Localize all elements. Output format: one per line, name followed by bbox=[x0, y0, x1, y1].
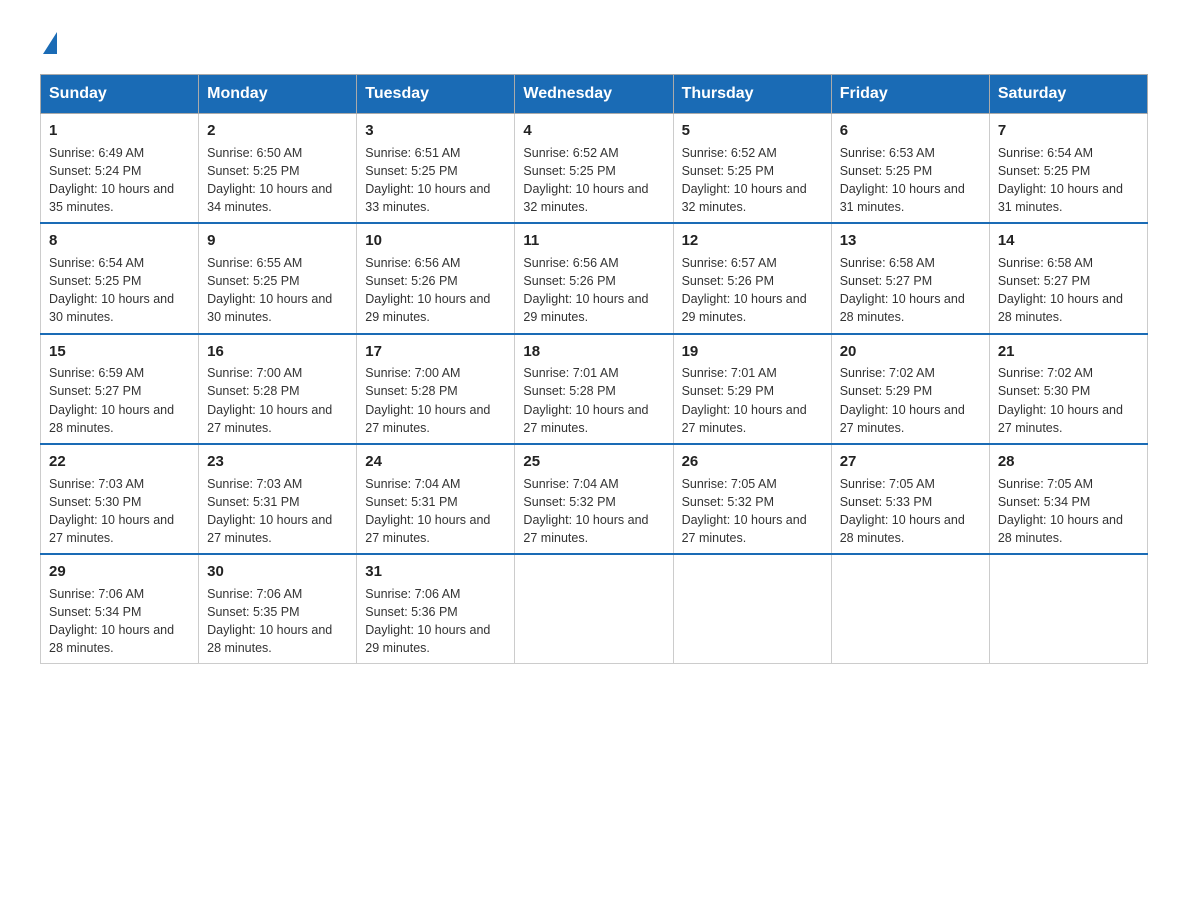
day-number: 26 bbox=[682, 451, 823, 473]
calendar-day-cell: 25Sunrise: 7:04 AMSunset: 5:32 PMDayligh… bbox=[515, 444, 673, 554]
day-number: 16 bbox=[207, 341, 348, 363]
calendar-day-header: Tuesday bbox=[357, 75, 515, 114]
calendar-day-cell: 21Sunrise: 7:02 AMSunset: 5:30 PMDayligh… bbox=[989, 334, 1147, 444]
calendar-day-header: Wednesday bbox=[515, 75, 673, 114]
calendar-day-cell: 13Sunrise: 6:58 AMSunset: 5:27 PMDayligh… bbox=[831, 223, 989, 333]
day-number: 13 bbox=[840, 230, 981, 252]
calendar-day-header: Thursday bbox=[673, 75, 831, 114]
calendar-day-cell bbox=[989, 554, 1147, 664]
calendar-header-row: SundayMondayTuesdayWednesdayThursdayFrid… bbox=[41, 75, 1148, 114]
calendar-day-cell: 3Sunrise: 6:51 AMSunset: 5:25 PMDaylight… bbox=[357, 114, 515, 224]
day-number: 27 bbox=[840, 451, 981, 473]
day-number: 7 bbox=[998, 120, 1139, 142]
calendar-day-header: Monday bbox=[199, 75, 357, 114]
calendar-day-cell: 2Sunrise: 6:50 AMSunset: 5:25 PMDaylight… bbox=[199, 114, 357, 224]
logo-arrow-icon bbox=[43, 32, 57, 54]
calendar-day-cell bbox=[515, 554, 673, 664]
day-number: 8 bbox=[49, 230, 190, 252]
day-number: 9 bbox=[207, 230, 348, 252]
calendar-day-cell: 31Sunrise: 7:06 AMSunset: 5:36 PMDayligh… bbox=[357, 554, 515, 664]
page-header bbox=[40, 30, 1148, 54]
calendar-day-cell: 7Sunrise: 6:54 AMSunset: 5:25 PMDaylight… bbox=[989, 114, 1147, 224]
calendar-day-cell: 6Sunrise: 6:53 AMSunset: 5:25 PMDaylight… bbox=[831, 114, 989, 224]
day-number: 22 bbox=[49, 451, 190, 473]
calendar-day-cell: 12Sunrise: 6:57 AMSunset: 5:26 PMDayligh… bbox=[673, 223, 831, 333]
day-number: 19 bbox=[682, 341, 823, 363]
calendar-day-cell: 5Sunrise: 6:52 AMSunset: 5:25 PMDaylight… bbox=[673, 114, 831, 224]
day-number: 1 bbox=[49, 120, 190, 142]
calendar-day-cell: 4Sunrise: 6:52 AMSunset: 5:25 PMDaylight… bbox=[515, 114, 673, 224]
calendar-day-cell: 27Sunrise: 7:05 AMSunset: 5:33 PMDayligh… bbox=[831, 444, 989, 554]
day-number: 31 bbox=[365, 561, 506, 583]
day-number: 3 bbox=[365, 120, 506, 142]
calendar-day-cell bbox=[673, 554, 831, 664]
logo bbox=[40, 30, 57, 54]
day-number: 21 bbox=[998, 341, 1139, 363]
calendar-table: SundayMondayTuesdayWednesdayThursdayFrid… bbox=[40, 74, 1148, 664]
calendar-day-header: Friday bbox=[831, 75, 989, 114]
calendar-week-row: 29Sunrise: 7:06 AMSunset: 5:34 PMDayligh… bbox=[41, 554, 1148, 664]
calendar-day-cell: 28Sunrise: 7:05 AMSunset: 5:34 PMDayligh… bbox=[989, 444, 1147, 554]
calendar-day-cell: 24Sunrise: 7:04 AMSunset: 5:31 PMDayligh… bbox=[357, 444, 515, 554]
calendar-day-cell: 16Sunrise: 7:00 AMSunset: 5:28 PMDayligh… bbox=[199, 334, 357, 444]
calendar-day-cell: 30Sunrise: 7:06 AMSunset: 5:35 PMDayligh… bbox=[199, 554, 357, 664]
day-number: 29 bbox=[49, 561, 190, 583]
calendar-week-row: 15Sunrise: 6:59 AMSunset: 5:27 PMDayligh… bbox=[41, 334, 1148, 444]
calendar-day-cell: 26Sunrise: 7:05 AMSunset: 5:32 PMDayligh… bbox=[673, 444, 831, 554]
calendar-day-cell: 8Sunrise: 6:54 AMSunset: 5:25 PMDaylight… bbox=[41, 223, 199, 333]
day-number: 24 bbox=[365, 451, 506, 473]
day-number: 2 bbox=[207, 120, 348, 142]
calendar-day-cell bbox=[831, 554, 989, 664]
day-number: 5 bbox=[682, 120, 823, 142]
day-number: 12 bbox=[682, 230, 823, 252]
calendar-day-cell: 20Sunrise: 7:02 AMSunset: 5:29 PMDayligh… bbox=[831, 334, 989, 444]
day-number: 14 bbox=[998, 230, 1139, 252]
calendar-day-cell: 1Sunrise: 6:49 AMSunset: 5:24 PMDaylight… bbox=[41, 114, 199, 224]
day-number: 23 bbox=[207, 451, 348, 473]
day-number: 30 bbox=[207, 561, 348, 583]
calendar-day-cell: 19Sunrise: 7:01 AMSunset: 5:29 PMDayligh… bbox=[673, 334, 831, 444]
calendar-day-cell: 10Sunrise: 6:56 AMSunset: 5:26 PMDayligh… bbox=[357, 223, 515, 333]
day-number: 28 bbox=[998, 451, 1139, 473]
calendar-day-header: Saturday bbox=[989, 75, 1147, 114]
calendar-day-header: Sunday bbox=[41, 75, 199, 114]
calendar-day-cell: 22Sunrise: 7:03 AMSunset: 5:30 PMDayligh… bbox=[41, 444, 199, 554]
calendar-day-cell: 17Sunrise: 7:00 AMSunset: 5:28 PMDayligh… bbox=[357, 334, 515, 444]
calendar-day-cell: 14Sunrise: 6:58 AMSunset: 5:27 PMDayligh… bbox=[989, 223, 1147, 333]
day-number: 4 bbox=[523, 120, 664, 142]
day-number: 11 bbox=[523, 230, 664, 252]
calendar-day-cell: 15Sunrise: 6:59 AMSunset: 5:27 PMDayligh… bbox=[41, 334, 199, 444]
calendar-week-row: 1Sunrise: 6:49 AMSunset: 5:24 PMDaylight… bbox=[41, 114, 1148, 224]
calendar-day-cell: 18Sunrise: 7:01 AMSunset: 5:28 PMDayligh… bbox=[515, 334, 673, 444]
day-number: 20 bbox=[840, 341, 981, 363]
calendar-day-cell: 11Sunrise: 6:56 AMSunset: 5:26 PMDayligh… bbox=[515, 223, 673, 333]
calendar-day-cell: 23Sunrise: 7:03 AMSunset: 5:31 PMDayligh… bbox=[199, 444, 357, 554]
day-number: 18 bbox=[523, 341, 664, 363]
calendar-day-cell: 29Sunrise: 7:06 AMSunset: 5:34 PMDayligh… bbox=[41, 554, 199, 664]
calendar-week-row: 8Sunrise: 6:54 AMSunset: 5:25 PMDaylight… bbox=[41, 223, 1148, 333]
day-number: 15 bbox=[49, 341, 190, 363]
calendar-week-row: 22Sunrise: 7:03 AMSunset: 5:30 PMDayligh… bbox=[41, 444, 1148, 554]
calendar-day-cell: 9Sunrise: 6:55 AMSunset: 5:25 PMDaylight… bbox=[199, 223, 357, 333]
day-number: 10 bbox=[365, 230, 506, 252]
day-number: 17 bbox=[365, 341, 506, 363]
day-number: 6 bbox=[840, 120, 981, 142]
day-number: 25 bbox=[523, 451, 664, 473]
